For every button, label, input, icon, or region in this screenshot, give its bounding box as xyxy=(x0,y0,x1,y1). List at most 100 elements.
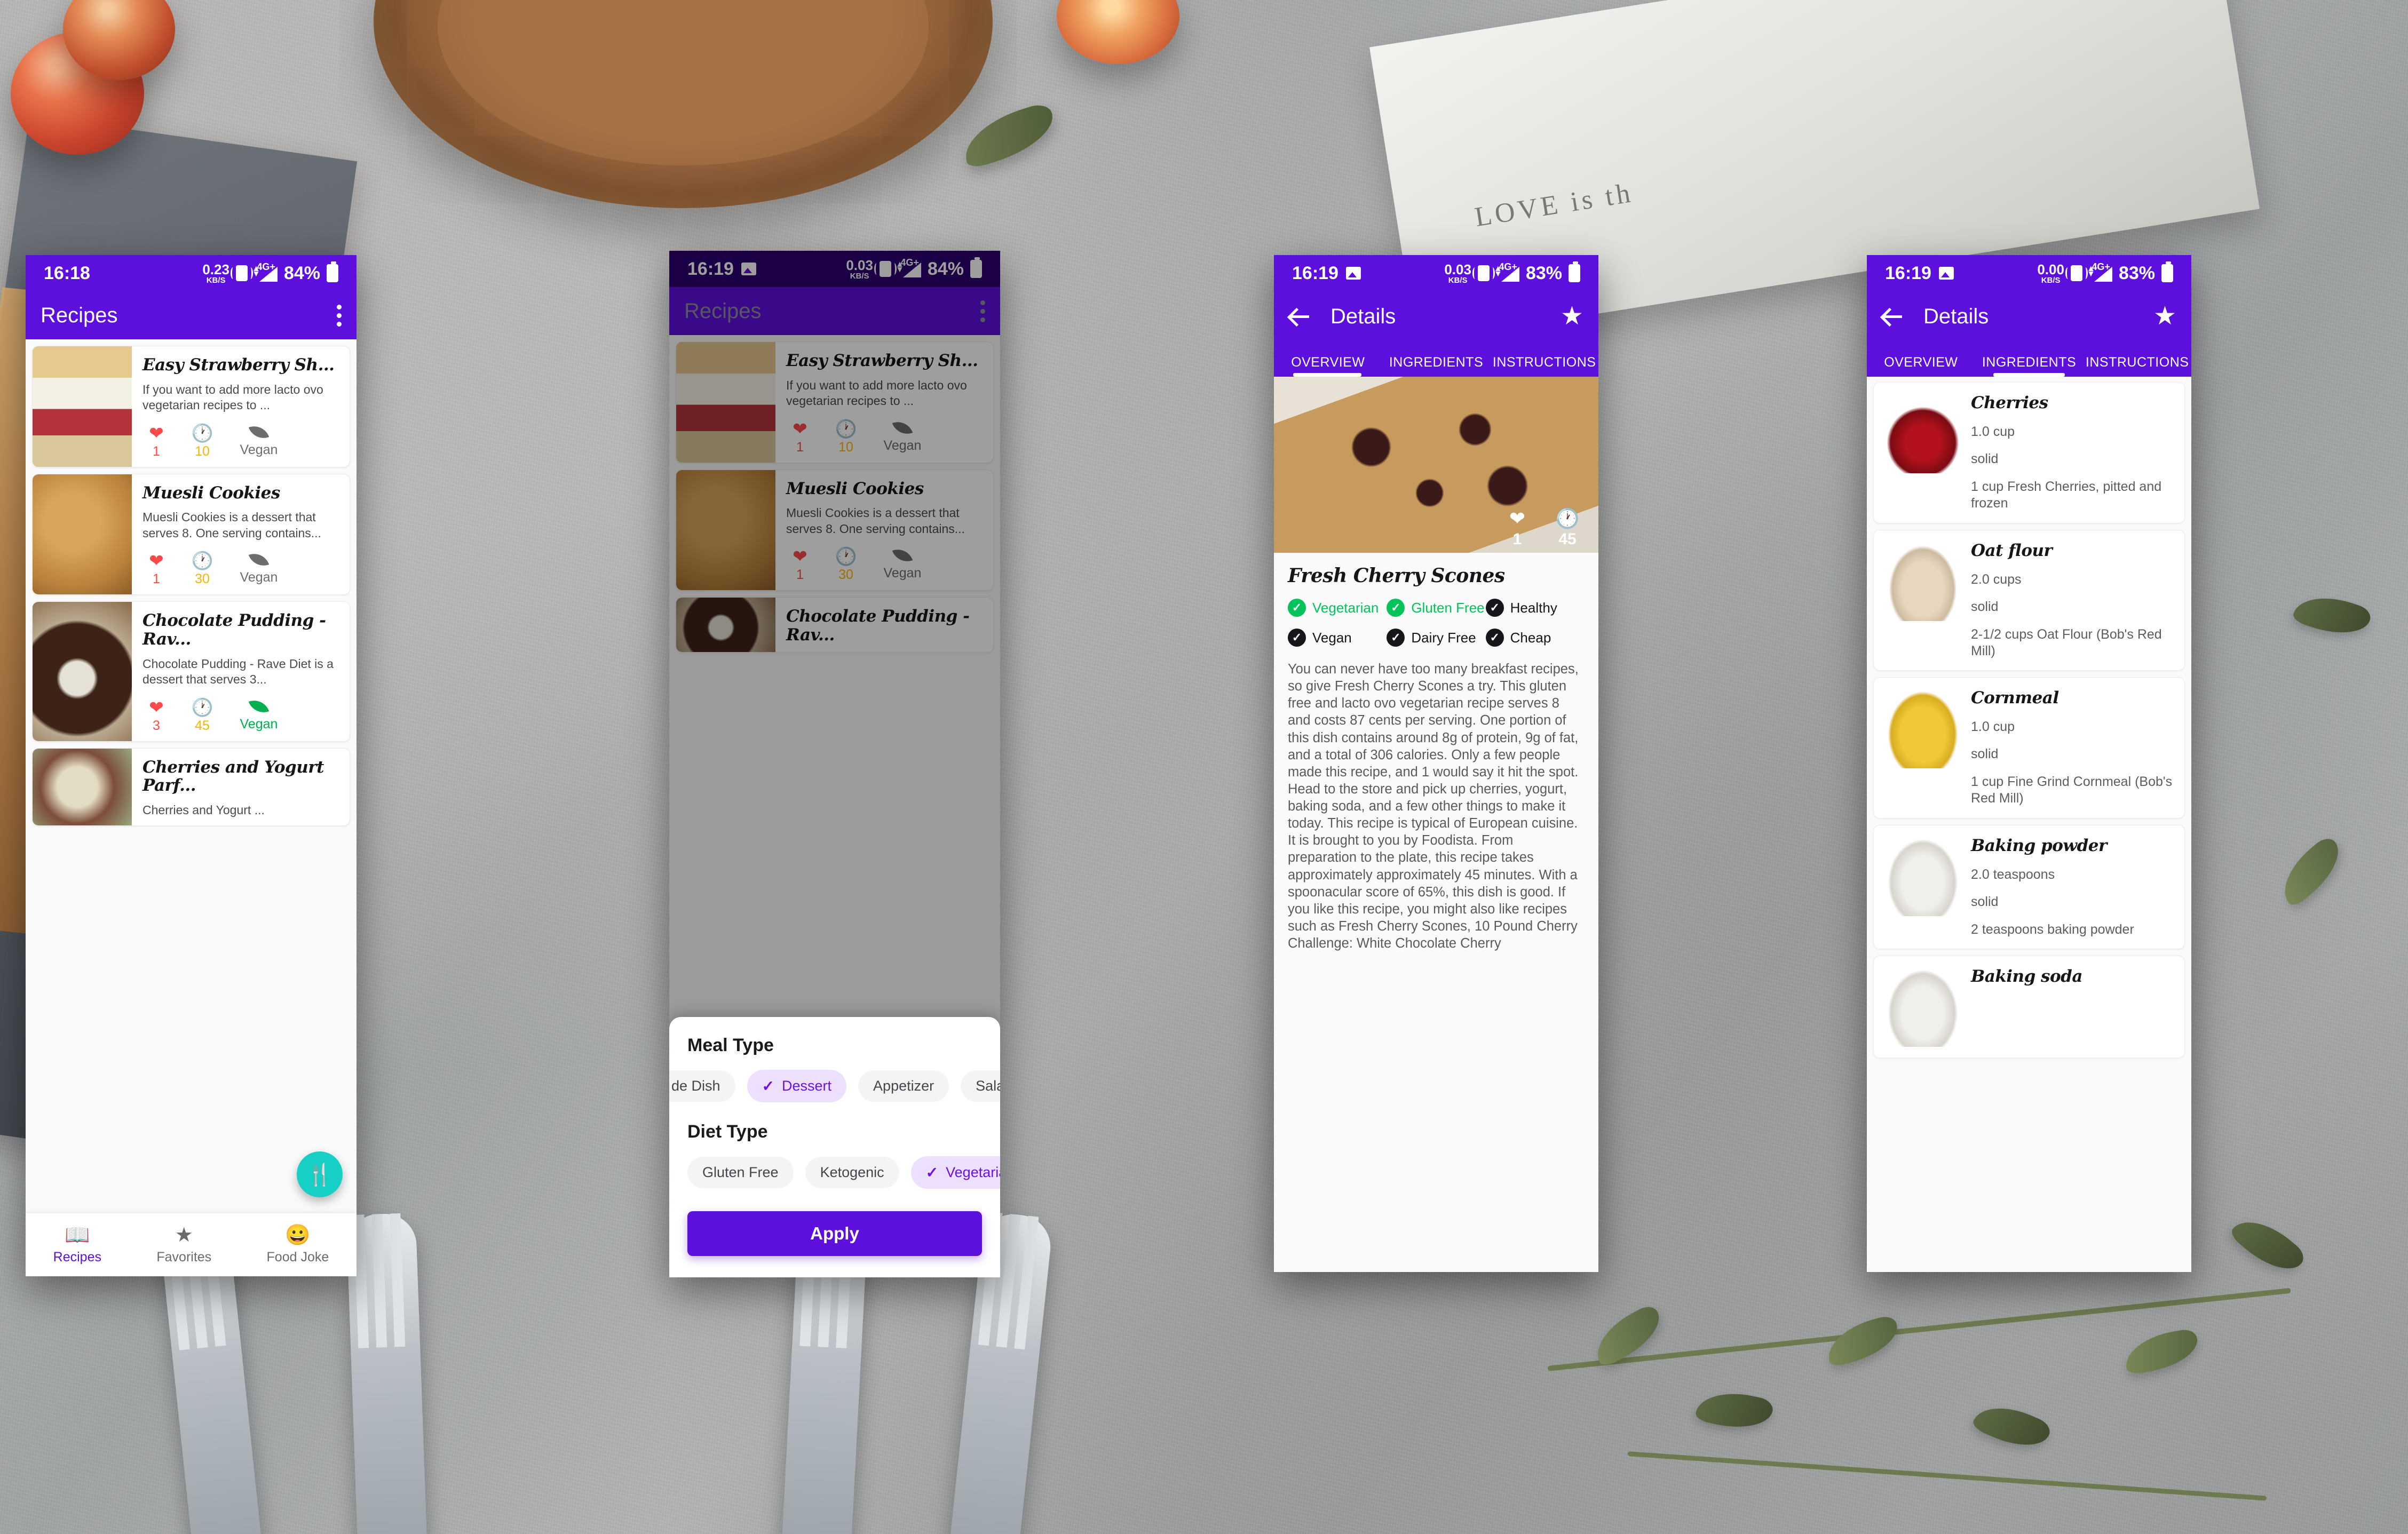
diet-stat: Vegan xyxy=(234,696,283,732)
hero-stats: ❤ 1 🕐 45 xyxy=(1503,509,1581,549)
ingredient-item[interactable]: Baking soda xyxy=(1873,955,2185,1058)
recipe-card[interactable]: Easy Strawberry Sh... If you want to add… xyxy=(32,346,350,467)
filter-bottom-sheet: Meal Type de Dish ✓ Dessert Appetizer Sa… xyxy=(669,1017,1000,1277)
signal-icon: ▲ ▼ 4G+ xyxy=(2087,261,2112,282)
page-title: Recipes xyxy=(41,303,118,327)
ingredient-original-text: 2 teaspoons baking powder xyxy=(1971,921,2134,937)
overview-content[interactable]: Fresh Cherry Scones ✓ Vegetarian ✓ Glute… xyxy=(1274,553,1598,1272)
nav-item-favorites[interactable]: ★ Favorites xyxy=(156,1225,211,1265)
chip-gluten-free[interactable]: Gluten Free xyxy=(687,1157,794,1188)
recipe-description: Cherries and Yogurt ... xyxy=(142,802,265,817)
battery-icon xyxy=(327,261,338,282)
recipe-card[interactable]: Muesli Cookies Muesli Cookies is a desse… xyxy=(32,473,350,595)
recipe-image xyxy=(33,602,132,741)
likes-count: 3 xyxy=(153,718,160,733)
ingredient-item[interactable]: Baking powder 2.0 teaspoons solid 2 teas… xyxy=(1873,824,2185,949)
ingredient-original-text: 1 cup Fresh Cherries, pitted and frozen xyxy=(1971,479,2162,511)
page-title: Details xyxy=(1330,304,1396,328)
ingredient-list[interactable]: Cherries 1.0 cup solid 1 cup Fresh Cherr… xyxy=(1867,377,2191,1272)
diet-label: Vegan xyxy=(240,570,278,585)
restaurant-cutlery-icon: 🍴 xyxy=(306,1163,333,1187)
status-time: 16:19 xyxy=(1885,263,1931,283)
back-arrow-icon[interactable] xyxy=(1289,306,1310,327)
battery-percent: 84% xyxy=(283,263,320,283)
bottom-navigation: 📖 Recipes ★ Favorites 😀 Food Joke xyxy=(26,1213,357,1276)
chip-side-dish[interactable]: de Dish xyxy=(669,1070,735,1102)
star-icon: ★ xyxy=(175,1223,193,1246)
recipe-stats: ❤ 3 🕐 45 Vegan xyxy=(142,696,339,734)
nav-item-recipes[interactable]: 📖 Recipes xyxy=(53,1225,101,1265)
app-bar: Details ★ xyxy=(1274,291,1598,341)
badge-vegetarian: ✓ Vegetarian xyxy=(1288,599,1387,617)
ingredient-thumbnail xyxy=(1886,836,1960,916)
recipe-description: Muesli Cookies is a dessert that serves … xyxy=(142,510,321,540)
meal-type-heading: Meal Type xyxy=(687,1035,774,1055)
recipe-list[interactable]: Easy Strawberry Sh... If you want to add… xyxy=(26,339,357,1276)
ingredient-item[interactable]: Cornmeal 1.0 cup solid 1 cup Fine Grind … xyxy=(1873,677,2185,818)
book-icon: 📖 xyxy=(65,1223,90,1246)
recipe-card[interactable]: Chocolate Pudding - Rav... Chocolate Pud… xyxy=(32,601,350,742)
chip-vegetarian[interactable]: ✓ Vegetarian xyxy=(910,1156,1000,1189)
tab-ingredients[interactable]: INGREDIENTS xyxy=(1382,355,1491,377)
battery-percent: 83% xyxy=(1525,263,1562,283)
tab-instructions[interactable]: INSTRUCTIONS xyxy=(1490,355,1598,377)
recipe-description: Chocolate Pudding - Rave Diet is a desse… xyxy=(142,656,334,687)
time-stat: 🕐 45 xyxy=(1554,509,1581,549)
time-stat: 🕐 45 xyxy=(188,698,216,734)
chip-dessert[interactable]: ✓ Dessert xyxy=(747,1070,847,1102)
signal-icon: ▲ ▼ 4G+ xyxy=(1494,261,1519,282)
phone-screen-details-overview: 16:19 0.03 KB/S ▲ ▼ 4G+ 83% Details ★ OVE… xyxy=(1274,255,1598,1272)
badge-label: Healthy xyxy=(1510,599,1557,616)
diet-type-chip-row[interactable]: Gluten Free Ketogenic ✓ Vegetarian Ve xyxy=(687,1156,1000,1189)
star-icon[interactable]: ★ xyxy=(2153,304,2176,329)
ingredient-original-text: 1 cup Fine Grind Cornmeal (Bob's Red Mil… xyxy=(1971,774,2173,806)
leaf-icon xyxy=(248,422,270,442)
heart-icon: ❤ xyxy=(149,551,164,571)
ingredient-consistency: solid xyxy=(1971,746,1999,761)
time-stat: 🕐 30 xyxy=(188,552,216,587)
recipe-title: Easy Strawberry Sh... xyxy=(142,355,335,375)
screenshot-icon xyxy=(1345,267,1361,280)
likes-stat: ❤ 1 xyxy=(142,552,170,587)
ingredient-name: Baking powder xyxy=(1971,836,2107,855)
chip-label: Appetizer xyxy=(873,1078,934,1094)
tab-overview[interactable]: OVERVIEW xyxy=(1867,355,1975,377)
back-arrow-icon[interactable] xyxy=(1882,306,1903,327)
chip-ketogenic[interactable]: Ketogenic xyxy=(805,1157,899,1188)
tab-active-indicator xyxy=(1993,373,2065,377)
status-bar: 16:19 0.03 KB/S ▲ ▼ 4G+ 83% xyxy=(1274,255,1598,291)
chip-appetizer[interactable]: Appetizer xyxy=(858,1070,949,1102)
chip-salad[interactable]: Salad xyxy=(961,1070,1000,1102)
status-time: 16:19 xyxy=(1292,263,1338,283)
likes-count: 1 xyxy=(153,443,160,459)
recipe-card[interactable]: Cherries and Yogurt Parf... Cherries and… xyxy=(32,748,350,826)
check-icon: ✓ xyxy=(1485,599,1504,617)
nav-item-food-joke[interactable]: 😀 Food Joke xyxy=(267,1225,329,1265)
ingredient-item[interactable]: Oat flour 2.0 cups solid 2-1/2 cups Oat … xyxy=(1873,529,2185,671)
ingredient-name: Oat flour xyxy=(1971,541,2053,560)
apply-button[interactable]: Apply xyxy=(687,1211,982,1256)
time-stat: 🕐 10 xyxy=(188,424,216,459)
minutes-value: 45 xyxy=(1558,530,1577,548)
screenshot-icon xyxy=(1938,267,1954,280)
recipe-image xyxy=(33,748,132,826)
recipe-title: Fresh Cherry Scones xyxy=(1288,565,1505,587)
chip-label: Gluten Free xyxy=(702,1164,779,1180)
ingredient-item[interactable]: Cherries 1.0 cup solid 1 cup Fresh Cherr… xyxy=(1873,382,2185,523)
chip-label: de Dish xyxy=(671,1078,720,1094)
meal-type-chip-row[interactable]: de Dish ✓ Dessert Appetizer Salad B xyxy=(669,1070,1000,1102)
recipe-title: Muesli Cookies xyxy=(142,483,280,503)
clock-icon: 🕐 xyxy=(191,551,213,571)
ingredient-name: Cornmeal xyxy=(1971,688,2059,708)
check-icon: ✓ xyxy=(925,1164,939,1181)
kebab-menu-icon[interactable] xyxy=(337,304,342,327)
filter-fab-button[interactable]: 🍴 xyxy=(297,1151,343,1197)
check-icon: ✓ xyxy=(1387,599,1405,617)
vibrate-icon xyxy=(2065,265,2088,281)
ingredient-amount: 1.0 cup xyxy=(1971,719,2015,734)
nav-label: Favorites xyxy=(156,1249,212,1265)
tab-instructions[interactable]: INSTRUCTIONS xyxy=(2083,355,2191,377)
badge-label: Cheap xyxy=(1510,629,1551,646)
star-icon[interactable]: ★ xyxy=(1561,304,1583,329)
ingredient-thumbnail xyxy=(1886,688,1960,768)
